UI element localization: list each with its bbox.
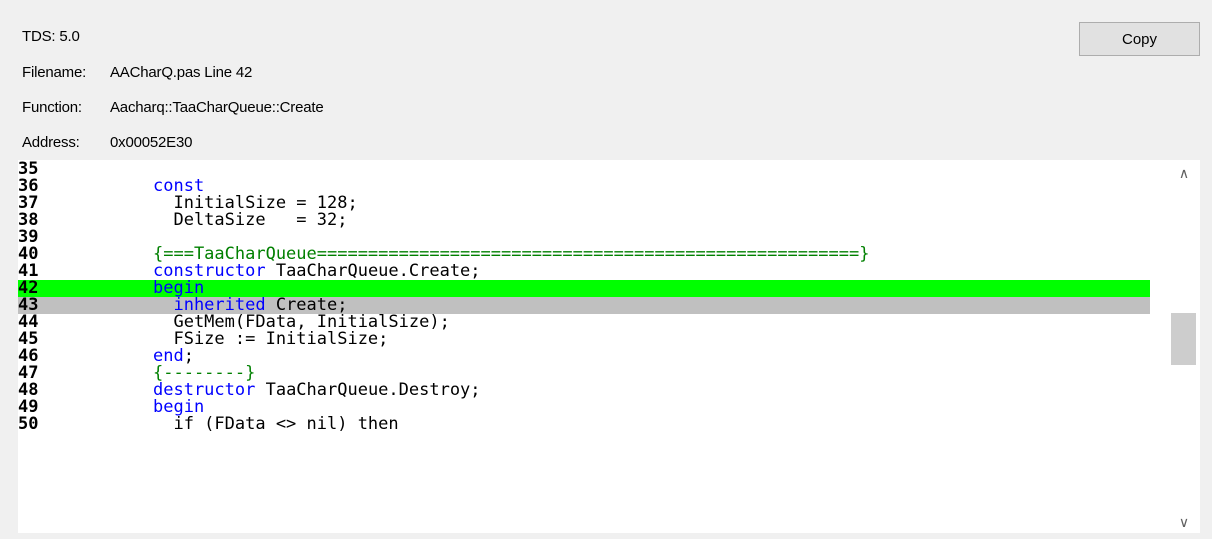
address-row: Address: 0x00052E30 bbox=[22, 134, 192, 151]
code-line: 38 DeltaSize = 32; bbox=[18, 212, 1150, 229]
source-text: DeltaSize = 32; bbox=[153, 212, 347, 229]
function-label: Function: bbox=[22, 99, 82, 116]
code-token: TaaCharQueue.Destroy; bbox=[255, 380, 481, 400]
code-token: if (FData <> nil) then bbox=[153, 414, 399, 434]
chevron-down-icon[interactable]: ∨ bbox=[1168, 513, 1200, 533]
tds-label: TDS: 5.0 bbox=[22, 28, 80, 45]
tds-version: TDS: 5.0 bbox=[22, 28, 80, 45]
function-row: Function: Aacharq::TaaCharQueue::Create bbox=[22, 99, 324, 116]
copy-button[interactable]: Copy bbox=[1079, 22, 1200, 56]
line-number: 50 bbox=[18, 414, 39, 434]
filename-value: AACharQ.pas Line 42 bbox=[110, 64, 253, 81]
code-token: TaaCharQueue.Create; bbox=[265, 261, 481, 281]
code-token: DeltaSize = 32; bbox=[153, 210, 348, 230]
scrollbar-thumb[interactable] bbox=[1171, 312, 1196, 365]
source-code-view[interactable]: 35 36 const 37 InitialSize = 128; 38 DeltaSi… bbox=[18, 160, 1200, 533]
function-value: Aacharq::TaaCharQueue::Create bbox=[110, 99, 324, 116]
address-value: 0x00052E30 bbox=[110, 134, 193, 151]
window-bottom-edge bbox=[0, 533, 1212, 539]
source-text: if (FData <> nil) then bbox=[153, 414, 399, 434]
filename-row: Filename: AACharQ.pas Line 42 bbox=[22, 64, 252, 81]
code-line: 50 if (FData <> nil) then bbox=[18, 416, 1150, 433]
address-label: Address: bbox=[22, 134, 80, 151]
code-lines: 35 36 const 37 InitialSize = 128; 38 DeltaSi… bbox=[18, 161, 1150, 433]
vertical-scrollbar[interactable]: ∧ ∨ bbox=[1168, 160, 1200, 533]
filename-label: Filename: bbox=[22, 64, 87, 81]
chevron-up-icon[interactable]: ∧ bbox=[1168, 164, 1200, 184]
